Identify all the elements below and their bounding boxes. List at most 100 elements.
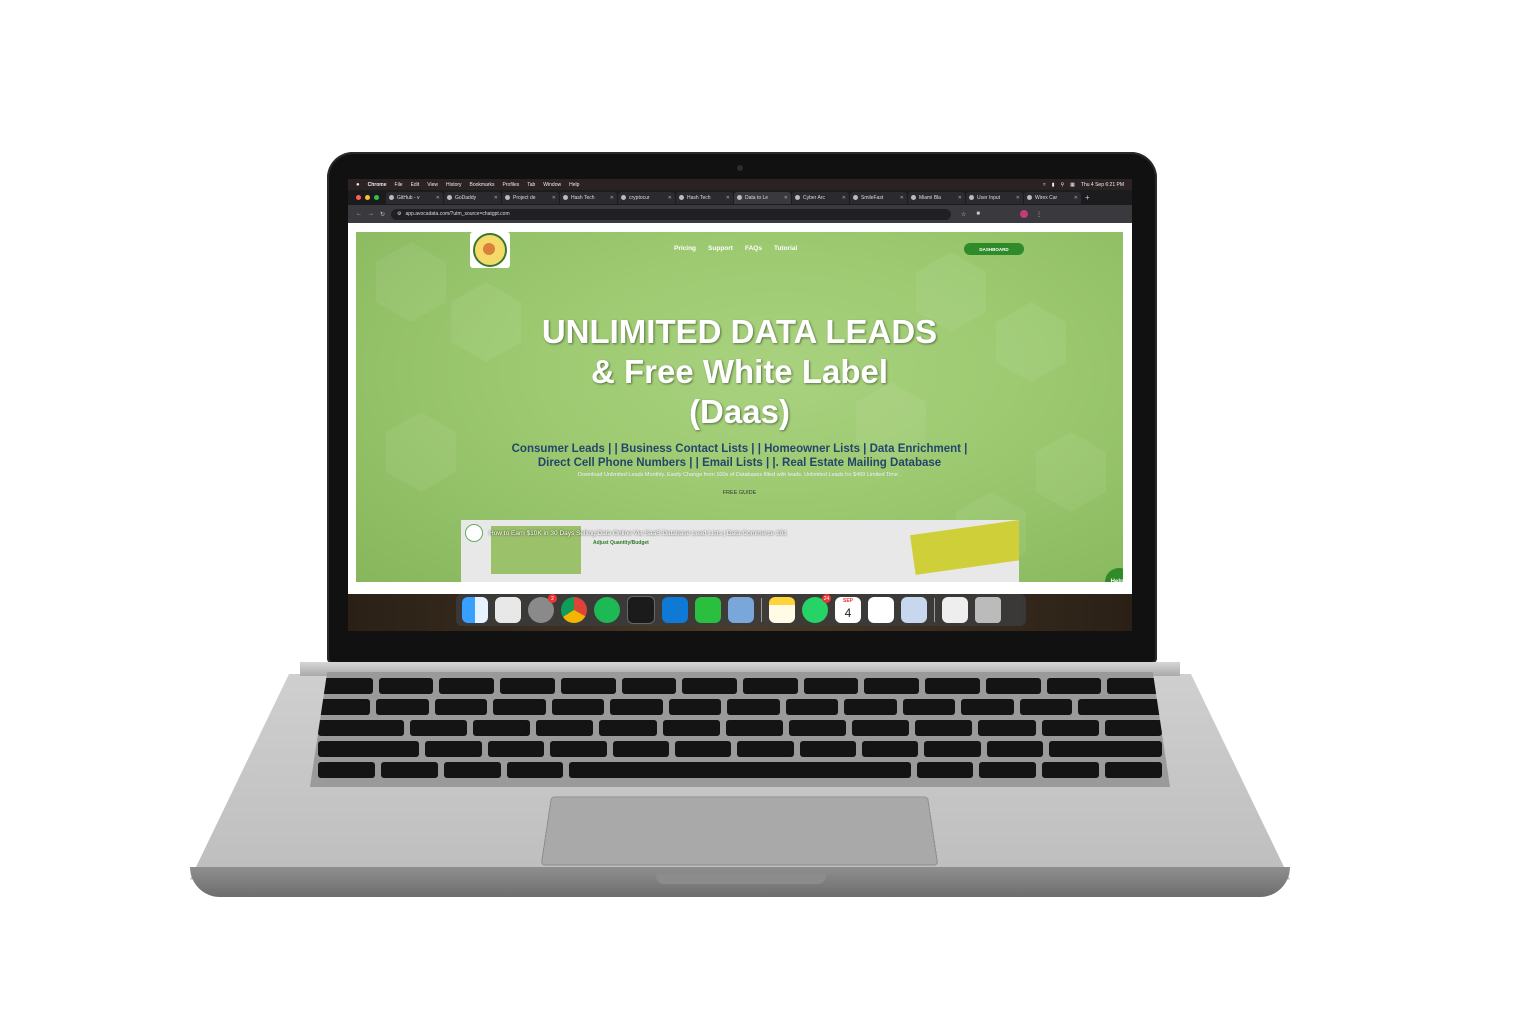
spotify-icon[interactable] [594,597,620,623]
tab-favicon-icon [621,195,626,200]
calendar-day: 4 [844,606,852,620]
apple-logo-icon[interactable]: ● [356,182,360,188]
browser-tab[interactable]: User Input ✕ [966,191,1023,204]
back-arrow-icon[interactable]: ← [356,211,362,217]
tab-close-icon[interactable]: ✕ [958,195,962,201]
tab-close-icon[interactable]: ✕ [610,195,614,201]
battery-icon[interactable]: ▮ [1052,182,1055,188]
video-title[interactable]: How to Earn $10K in 30 Days Selling Data… [489,530,787,537]
zoom-window-button[interactable] [374,195,379,200]
extensions-icon[interactable]: ■ [976,211,980,217]
browser-tab[interactable]: GoDaddy ✕ [444,191,501,204]
profile-avatar[interactable] [1020,210,1029,218]
address-bar[interactable]: ⚙ app.avocadata.com/?utm_source=chatgpt.… [391,208,952,220]
tab-favicon-icon [563,195,568,200]
browser-tab[interactable]: GitHub - v ✕ [386,191,443,204]
video-embed[interactable]: How to Earn $10K in 30 Days Selling Data… [461,520,1019,582]
whatsapp-icon[interactable]: 24 [802,594,831,623]
bookmark-star-icon[interactable]: ☆ [961,211,966,218]
menu-profiles[interactable]: Profiles [503,182,520,188]
menu-window[interactable]: Window [543,182,561,188]
tab-favicon-icon [853,195,858,200]
macos-menubar: ● Chrome File Edit View History Bookmark… [348,179,1132,190]
browser-tab[interactable]: Miami Bla ✕ [908,191,965,204]
site-logo[interactable] [470,232,510,268]
tab-favicon-icon [969,195,974,200]
cube-app-icon[interactable] [868,597,894,623]
browser-tab[interactable]: Wirex Car ✕ [1024,191,1081,204]
macos-dock: 2 24 SEP 4 [456,594,1026,626]
nav-pricing[interactable]: Pricing [674,245,696,252]
messages-icon[interactable] [695,597,721,623]
dashboard-button[interactable]: DASHBOARD [964,243,1024,255]
nav-support[interactable]: Support [708,245,733,252]
tab-close-icon[interactable]: ✕ [436,195,440,201]
tab-close-icon[interactable]: ✕ [900,195,904,201]
tab-favicon-icon [447,195,452,200]
browser-tab[interactable]: Hash Tech ✕ [560,191,617,204]
help-chat-button[interactable]: Help? [1105,568,1123,582]
lid-notch [656,874,826,884]
site-info-icon[interactable]: ⚙ [397,211,401,217]
tab-close-icon[interactable]: ✕ [552,195,556,201]
tab-favicon-icon [389,195,394,200]
tab-close-icon[interactable]: ✕ [726,195,730,201]
browser-tab[interactable]: Project de ✕ [502,191,559,204]
menu-chrome[interactable]: Chrome [368,182,387,188]
calendar-icon[interactable]: SEP 4 [835,597,861,623]
headline-line: (Daas) [689,393,790,430]
notes-icon[interactable] [769,597,795,623]
vscode-icon[interactable] [662,597,688,623]
tab-close-icon[interactable]: ✕ [842,195,846,201]
video-sublabel: Adjust Quantity/Budget [593,540,649,546]
control-center-icon[interactable]: ▦ [1070,182,1075,188]
menu-tab[interactable]: Tab [527,182,535,188]
finder-icon[interactable] [462,597,488,623]
tab-close-icon[interactable]: ✕ [1074,195,1078,201]
launchpad-icon[interactable] [495,597,521,623]
hero-headline: UNLIMITED DATA LEADS & Free White Label … [356,312,1123,432]
trash-icon[interactable] [975,597,1001,623]
tab-close-icon[interactable]: ✕ [494,195,498,201]
video-sign-graphic [910,520,1019,575]
nav-tutorial[interactable]: Tutorial [774,245,797,252]
terminal-icon[interactable] [627,596,655,624]
tab-close-icon[interactable]: ✕ [1016,195,1020,201]
wifi-icon[interactable]: ≈ [1043,182,1046,188]
minimize-window-button[interactable] [365,195,370,200]
laptop-base [190,662,1290,902]
search-icon[interactable]: ⚲ [1061,182,1065,188]
menubar-clock[interactable]: Thu 4 Sep 6:21 PM [1081,182,1124,188]
menu-edit[interactable]: Edit [411,182,420,188]
browser-tab[interactable]: Hash Tech ✕ [676,191,733,204]
preview-app-icon[interactable] [901,597,927,623]
forward-arrow-icon[interactable]: → [368,211,374,217]
tab-close-icon[interactable]: ✕ [668,195,672,201]
browser-tab-active[interactable]: Data to Le ✕ [734,191,791,204]
menu-help[interactable]: Help [569,182,579,188]
address-bar-url: app.avocadata.com/?utm_source=chatgpt.co… [405,211,510,217]
hero-tagline: Download Unlimited Leads Monthly. Easily… [577,472,902,478]
browser-tab[interactable]: SmileFast ✕ [850,191,907,204]
webcam [737,165,743,171]
menu-bookmarks[interactable]: Bookmarks [470,182,495,188]
tab-close-icon[interactable]: ✕ [784,195,788,201]
system-settings-icon[interactable]: 2 [528,594,557,623]
reload-icon[interactable]: ↻ [380,211,385,218]
simulator-icon[interactable] [728,597,754,623]
channel-avatar[interactable] [465,524,483,542]
chrome-icon[interactable] [561,597,587,623]
web-page: Pricing Support FAQs Tutorial DASHBOARD … [348,223,1132,594]
new-tab-plus-icon[interactable]: + [1085,193,1090,202]
menu-view[interactable]: View [427,182,438,188]
close-window-button[interactable] [356,195,361,200]
menu-file[interactable]: File [395,182,403,188]
nav-faqs[interactable]: FAQs [745,245,762,252]
browser-tab[interactable]: Cyber Arc ✕ [792,191,849,204]
browser-tab[interactable]: cryptocur ✕ [618,191,675,204]
free-guide-link[interactable]: FREE GUIDE [356,490,1123,496]
settings-badge: 2 [548,594,557,603]
downloads-stack-icon[interactable] [942,597,968,623]
menu-history[interactable]: History [446,182,462,188]
browser-menu-icon[interactable]: ⋮ [1036,211,1042,218]
